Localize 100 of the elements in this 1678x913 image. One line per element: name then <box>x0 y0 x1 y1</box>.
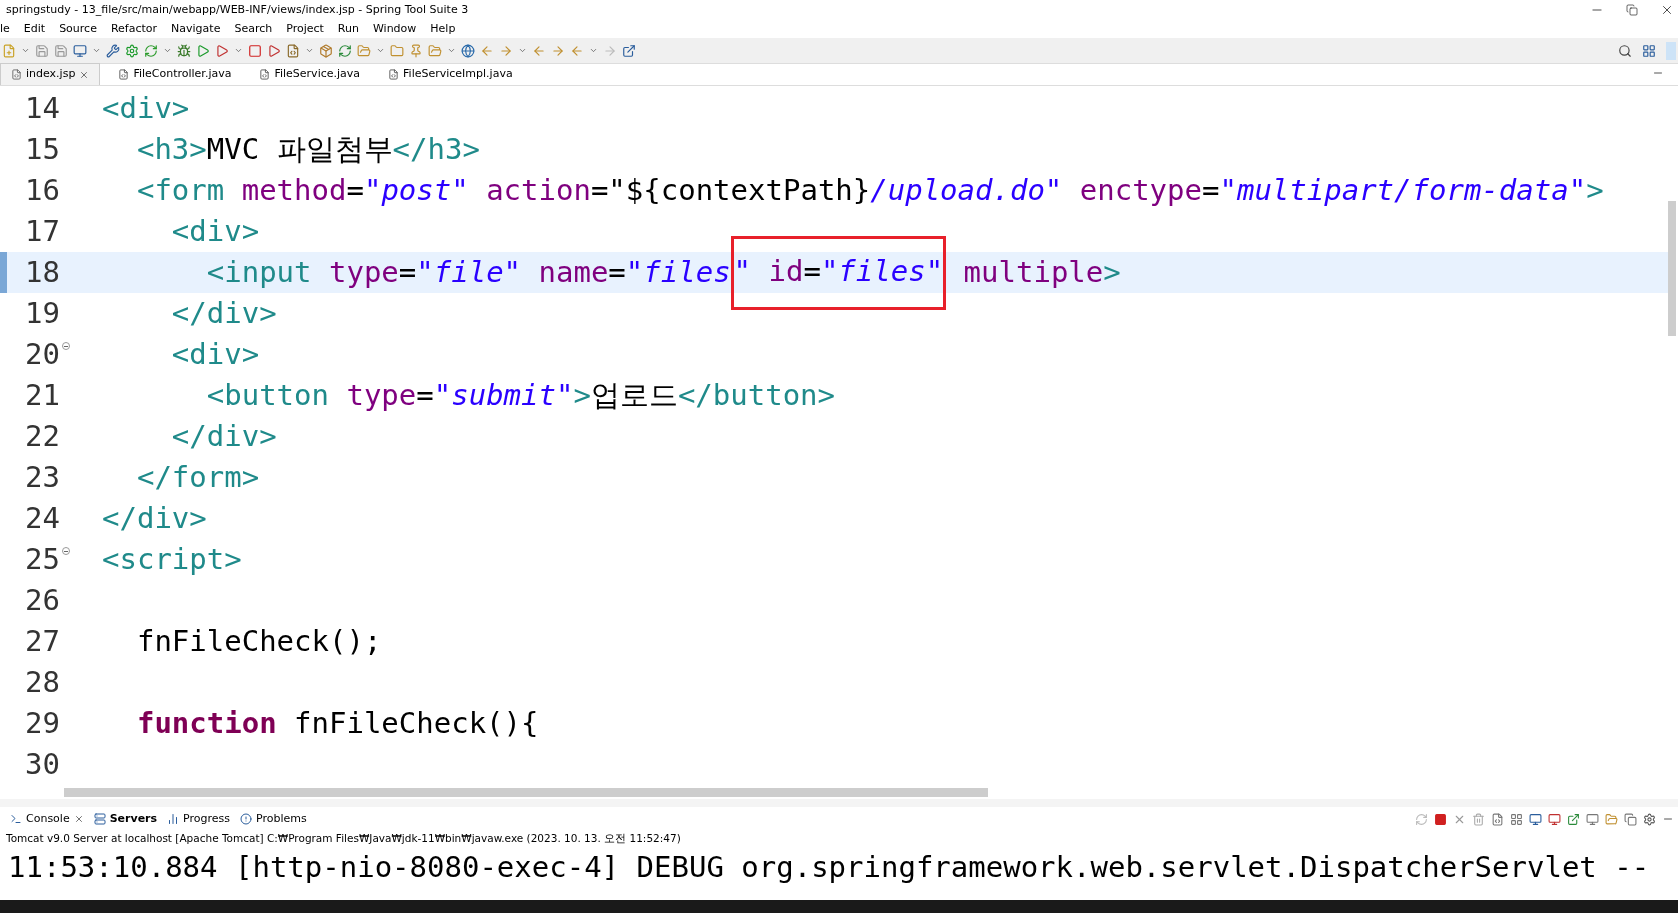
close-icon[interactable] <box>79 69 90 80</box>
java-file-icon <box>388 68 400 80</box>
globe-icon[interactable] <box>461 43 475 58</box>
panel-tab[interactable]: Progress <box>167 810 231 828</box>
menu-item[interactable]: Help <box>430 20 456 38</box>
menu-item[interactable]: Refactor <box>110 20 158 38</box>
line-number: 27 <box>25 622 60 660</box>
line-number: 29 <box>25 704 60 742</box>
line-number: 25 <box>25 540 60 578</box>
line-number: 14 <box>25 89 60 127</box>
code-text: <div> <box>102 89 190 127</box>
dropdown-icon[interactable] <box>234 46 243 55</box>
stop-icon[interactable] <box>1434 812 1447 826</box>
back-icon[interactable] <box>532 43 546 58</box>
new-console-icon[interactable] <box>1605 812 1618 826</box>
close-icon[interactable] <box>1660 3 1674 17</box>
wrench-icon[interactable] <box>106 43 120 58</box>
new-file-icon[interactable] <box>2 43 16 58</box>
console-header: Tomcat v9.0 Server at localhost [Apache Tomcat] C:₩Program Files₩Java₩jdk-11₩bin₩javaw.exe (2023. 10. 13. 오전 11:52:47) <box>5 831 681 847</box>
code-text: <div> <box>170 335 260 373</box>
editor-tab[interactable]: FileServiceImpl.java <box>378 63 523 85</box>
dropdown-icon[interactable] <box>447 46 456 55</box>
refresh-icon[interactable] <box>144 43 158 58</box>
line-number: 30 <box>25 745 60 783</box>
code-text: <button type="submit">업로드</button> <box>205 376 836 414</box>
dropdown-icon[interactable] <box>21 46 30 55</box>
code-text: fnFileCheck(); <box>135 622 382 660</box>
run-config-icon[interactable] <box>215 43 229 58</box>
file-icon <box>11 69 22 80</box>
line-number: 26 <box>25 581 60 619</box>
line-number: 24 <box>25 499 60 537</box>
close-icon[interactable] <box>73 814 84 824</box>
menu-item[interactable]: Source <box>59 20 97 38</box>
menu-item[interactable]: Run <box>337 20 359 38</box>
editor-tab[interactable]: FileService.java <box>249 63 371 85</box>
panel-tab[interactable]: Servers <box>93 810 158 828</box>
open-icon[interactable] <box>622 43 636 58</box>
dropdown-icon[interactable] <box>376 46 385 55</box>
monitor-icon[interactable] <box>1548 812 1561 826</box>
line-number: 19 <box>25 294 60 332</box>
forward-icon[interactable] <box>551 43 565 58</box>
refresh-icon[interactable] <box>1415 812 1428 826</box>
line-number: 16 <box>25 171 60 209</box>
folder-icon[interactable] <box>428 43 442 58</box>
menu-item[interactable]: Window <box>372 20 417 38</box>
remove-all-icon[interactable] <box>1472 812 1485 826</box>
copy-icon[interactable] <box>1624 812 1637 826</box>
bug-icon[interactable] <box>177 43 191 58</box>
change-marker <box>0 252 7 293</box>
dropdown-icon[interactable] <box>305 46 314 55</box>
search-icon[interactable] <box>1618 43 1632 58</box>
display-icon[interactable] <box>1586 812 1599 826</box>
stop-icon[interactable] <box>248 43 262 58</box>
monitor-icon[interactable] <box>1529 812 1542 826</box>
menu-item[interactable]: Navigate <box>171 20 221 38</box>
menu-item[interactable]: Edit <box>23 20 46 38</box>
panel-tab[interactable]: Problems <box>240 810 307 828</box>
perspective-icon[interactable] <box>1642 43 1656 58</box>
dropdown-icon[interactable] <box>518 46 527 55</box>
gear-icon[interactable] <box>125 43 139 58</box>
run-icon[interactable] <box>196 43 210 58</box>
editor-tab[interactable]: index.jsp <box>0 63 101 85</box>
code-text: </div> <box>170 417 277 455</box>
line-number: 21 <box>25 376 60 414</box>
code-text: <input type="file" name="files <box>205 253 731 291</box>
file-code-icon[interactable] <box>286 43 300 58</box>
save-all-icon[interactable] <box>54 43 68 58</box>
line-number: 17 <box>25 212 60 250</box>
package-icon[interactable] <box>319 43 333 58</box>
code-text: <form method="post" action="${contextPath}/upload.do" enctype="multipart/form-data"> <box>135 171 1604 209</box>
server-icon <box>93 813 106 825</box>
back-icon[interactable] <box>570 43 584 58</box>
open-folder-icon[interactable] <box>357 43 371 58</box>
menu-item[interactable]: Project <box>286 20 324 38</box>
open-icon[interactable] <box>1567 812 1580 826</box>
settings-icon[interactable] <box>1643 812 1656 826</box>
dropdown-icon[interactable] <box>589 46 598 55</box>
editor-tab[interactable]: FileController.java <box>108 63 242 85</box>
line-number: 18 <box>25 253 60 291</box>
java-file-icon <box>118 68 130 80</box>
dropdown-icon[interactable] <box>163 46 172 55</box>
code-text: multiple> <box>962 253 1121 291</box>
code-text: <script> <box>102 540 242 578</box>
console-icon <box>10 813 22 825</box>
dropdown-icon[interactable] <box>92 46 101 55</box>
line-number: 23 <box>25 458 60 496</box>
pin-icon[interactable] <box>409 43 423 58</box>
restore-icon[interactable] <box>1626 4 1638 16</box>
folder-icon[interactable] <box>390 43 404 58</box>
window-title: springstudy - 13_file/src/main/webapp/WEB-INF/views/index.jsp - Spring Tool Suite 3 <box>5 1 469 18</box>
menu-item[interactable]: le <box>0 20 10 38</box>
forward-icon[interactable] <box>603 43 617 58</box>
menu-item[interactable]: Search <box>234 20 273 38</box>
code-text: </form> <box>135 458 260 496</box>
panel-tab[interactable]: Console <box>10 810 84 828</box>
code-text: <h3>MVC 파일첨부</h3> <box>135 130 480 168</box>
cycle-icon[interactable] <box>338 43 352 58</box>
monitor-icon[interactable] <box>73 43 87 58</box>
save-icon[interactable] <box>35 43 49 58</box>
code-text: </div> <box>170 294 277 332</box>
